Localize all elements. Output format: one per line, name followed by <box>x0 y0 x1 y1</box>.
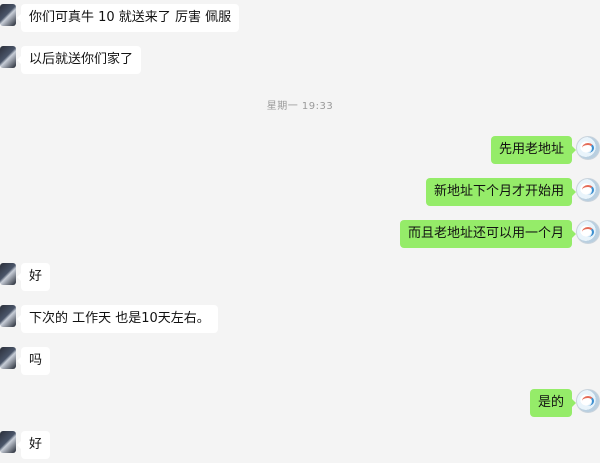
message-row: 新地址下个月才开始用 <box>0 178 600 208</box>
incoming-message-bubble[interactable]: 以后就送你们家了 <box>16 46 142 74</box>
incoming-message-bubble[interactable]: 下次的 工作天 也是10天左右。 <box>17 305 218 333</box>
message-row: 以后就送你们家了 <box>0 46 600 76</box>
message-row: 好 <box>0 263 600 293</box>
contact-avatar[interactable] <box>0 263 16 285</box>
message-row: 你们可真牛 10 就送来了 厉害 佩服 <box>0 4 600 34</box>
self-avatar[interactable] <box>576 220 600 244</box>
incoming-message-bubble[interactable]: 吗 <box>16 347 51 375</box>
self-avatar[interactable] <box>576 389 600 413</box>
message-timestamp: 星期一 19:33 <box>266 101 334 112</box>
message-row: 先用老地址 <box>0 136 600 166</box>
contact-avatar[interactable] <box>0 431 16 453</box>
message-row: 吗 <box>0 347 600 377</box>
outgoing-message-bubble[interactable]: 而且老地址还可以用一个月 <box>399 220 577 248</box>
contact-avatar[interactable] <box>0 305 16 327</box>
contact-avatar[interactable] <box>0 46 16 68</box>
self-avatar[interactable] <box>576 136 600 160</box>
contact-avatar[interactable] <box>0 347 16 369</box>
message-row: 好 <box>0 431 600 461</box>
incoming-message-bubble[interactable]: 好 <box>16 263 51 291</box>
chat-window: 你们可真牛 10 就送来了 厉害 佩服 以后就送你们家了 星期一 19:33 先… <box>0 0 600 463</box>
incoming-message-bubble[interactable]: 好 <box>16 431 51 459</box>
outgoing-message-bubble[interactable]: 新地址下个月才开始用 <box>425 178 577 206</box>
message-row: 而且老地址还可以用一个月 <box>0 220 600 250</box>
message-row: 下次的 工作天 也是10天左右。 <box>0 305 600 335</box>
outgoing-message-bubble[interactable]: 是的 <box>529 389 577 417</box>
outgoing-message-bubble[interactable]: 先用老地址 <box>490 136 577 164</box>
message-row: 是的 <box>0 389 600 419</box>
contact-avatar[interactable] <box>0 4 16 26</box>
incoming-message-bubble[interactable]: 你们可真牛 10 就送来了 厉害 佩服 <box>16 4 240 32</box>
self-avatar[interactable] <box>576 178 600 202</box>
